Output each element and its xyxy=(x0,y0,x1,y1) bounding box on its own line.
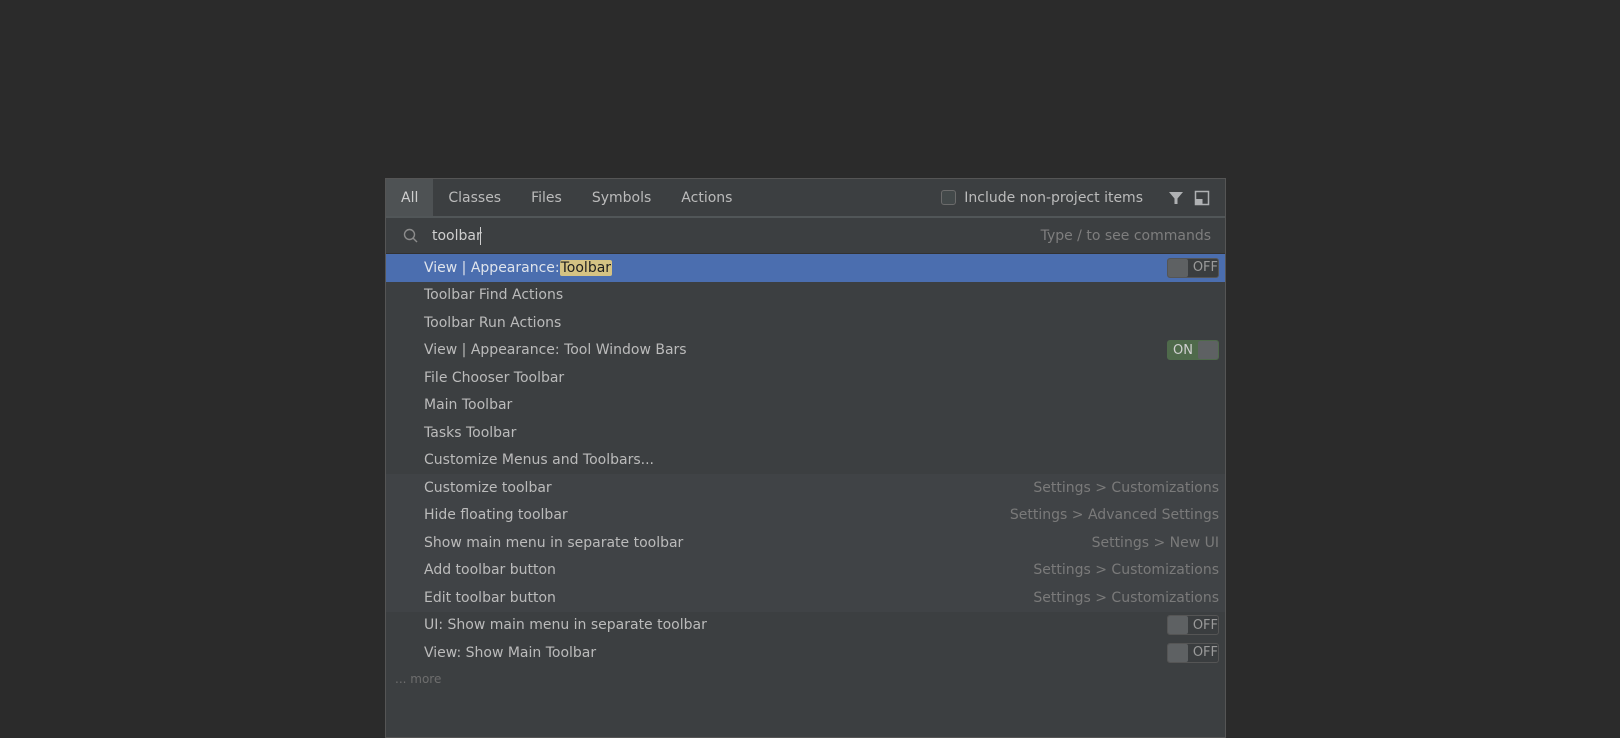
tab-files[interactable]: Files xyxy=(516,179,577,216)
toggle-switch[interactable]: ON xyxy=(1167,340,1219,361)
toggle-state: OFF xyxy=(1192,645,1218,661)
tab-actions[interactable]: Actions xyxy=(666,179,747,216)
result-item[interactable]: View | Appearance: Tool Window Bars ON xyxy=(386,337,1225,365)
result-item[interactable]: Tasks Toolbar xyxy=(386,419,1225,447)
toggle-knob xyxy=(1168,258,1188,277)
result-label: Toolbar Find Actions xyxy=(424,287,564,304)
search-hint: Type / to see commands xyxy=(1040,227,1211,244)
result-item[interactable]: Customize Menus and Toolbars... xyxy=(386,447,1225,475)
settings-result-item[interactable]: Customize toolbar Settings > Customizati… xyxy=(386,474,1225,502)
tab-all[interactable]: All xyxy=(386,179,434,216)
toggle-state: ON xyxy=(1173,342,1193,358)
toggle-knob xyxy=(1198,341,1218,360)
result-label: Show main menu in separate toolbar xyxy=(424,534,684,551)
result-label-prefix: View | Appearance: xyxy=(424,259,560,276)
match-highlight: Toolbar xyxy=(559,259,613,276)
result-item[interactable]: Main Toolbar xyxy=(386,392,1225,420)
settings-location: Settings > Customizations xyxy=(1033,589,1219,606)
text-caret xyxy=(480,226,481,245)
toggle-switch[interactable]: OFF xyxy=(1167,642,1219,663)
search-row: Type / to see commands xyxy=(386,218,1225,254)
result-item[interactable]: UI: Show main menu in separate toolbar O… xyxy=(386,612,1225,640)
include-non-project-label[interactable]: Include non-project items xyxy=(964,190,1143,206)
search-everywhere-popup: All Classes Files Symbols Actions Includ… xyxy=(385,178,1226,738)
result-item[interactable]: File Chooser Toolbar xyxy=(386,364,1225,392)
result-label: Edit toolbar button xyxy=(424,589,556,606)
more-link[interactable]: ... more xyxy=(386,667,1225,691)
result-label: Hide floating toolbar xyxy=(424,507,568,524)
toggle-switch[interactable]: OFF xyxy=(1167,257,1219,278)
result-label: Tasks Toolbar xyxy=(424,424,517,441)
result-label: View: Show Main Toolbar xyxy=(424,644,597,661)
result-label: UI: Show main menu in separate toolbar xyxy=(424,617,707,634)
settings-result-item[interactable]: Add toolbar button Settings > Customizat… xyxy=(386,556,1225,584)
toggle-state: OFF xyxy=(1192,617,1218,633)
settings-result-item[interactable]: Hide floating toolbar Settings > Advance… xyxy=(386,501,1225,529)
result-label: Toolbar Run Actions xyxy=(424,314,562,331)
settings-location: Settings > Customizations xyxy=(1033,562,1219,579)
tab-symbols[interactable]: Symbols xyxy=(577,179,666,216)
result-label: Main Toolbar xyxy=(424,397,513,414)
toggle-knob xyxy=(1168,616,1188,635)
toggle-knob xyxy=(1168,643,1188,662)
search-icon xyxy=(402,227,420,245)
result-label: File Chooser Toolbar xyxy=(424,369,565,386)
settings-result-item[interactable]: Show main menu in separate toolbar Setti… xyxy=(386,529,1225,557)
filter-icon[interactable] xyxy=(1167,189,1185,207)
result-item[interactable]: Toolbar Run Actions xyxy=(386,309,1225,337)
settings-location: Settings > New UI xyxy=(1091,534,1219,551)
tabbar-options: Include non-project items xyxy=(941,179,1225,216)
result-label: Add toolbar button xyxy=(424,562,556,579)
result-item[interactable]: View | Appearance: Toolbar OFF xyxy=(386,254,1225,282)
settings-result-item[interactable]: Edit toolbar button Settings > Customiza… xyxy=(386,584,1225,612)
include-non-project-checkbox[interactable] xyxy=(941,190,957,205)
results-list: View | Appearance: Toolbar OFF Toolbar F… xyxy=(386,254,1225,691)
result-label: Customize toolbar xyxy=(424,479,552,496)
settings-location: Settings > Advanced Settings xyxy=(1009,507,1219,524)
toggle-state: OFF xyxy=(1192,260,1218,276)
tab-classes[interactable]: Classes xyxy=(433,179,516,216)
settings-location: Settings > Customizations xyxy=(1033,479,1219,496)
result-item[interactable]: View: Show Main Toolbar OFF xyxy=(386,639,1225,667)
result-label: Customize Menus and Toolbars... xyxy=(424,452,654,469)
scope-tab-bar: All Classes Files Symbols Actions Includ… xyxy=(386,179,1225,218)
toggle-switch[interactable]: OFF xyxy=(1167,615,1219,636)
search-input[interactable] xyxy=(432,227,512,244)
result-item[interactable]: Toolbar Find Actions xyxy=(386,282,1225,310)
preview-panel-icon[interactable] xyxy=(1193,189,1211,207)
result-label: View | Appearance: Tool Window Bars xyxy=(424,342,687,359)
